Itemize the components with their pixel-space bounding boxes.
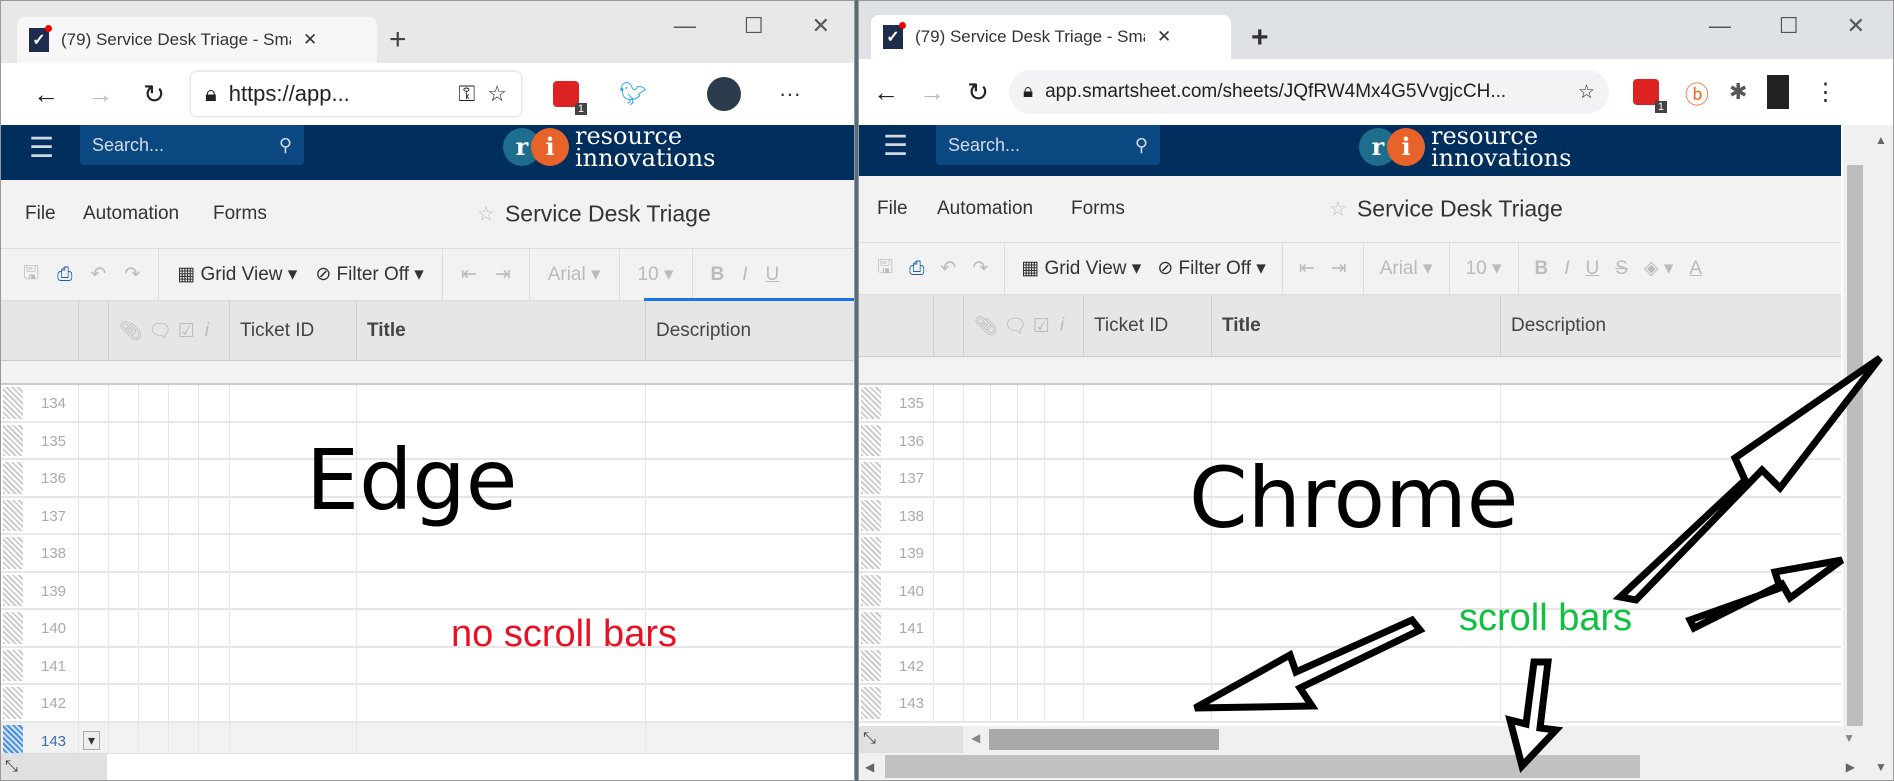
annotation-arrows (1193, 355, 1883, 773)
arrow-right-icon (1685, 556, 1845, 633)
arrow-down-left-icon (1193, 615, 1426, 712)
arrow-down-icon (1505, 658, 1564, 773)
